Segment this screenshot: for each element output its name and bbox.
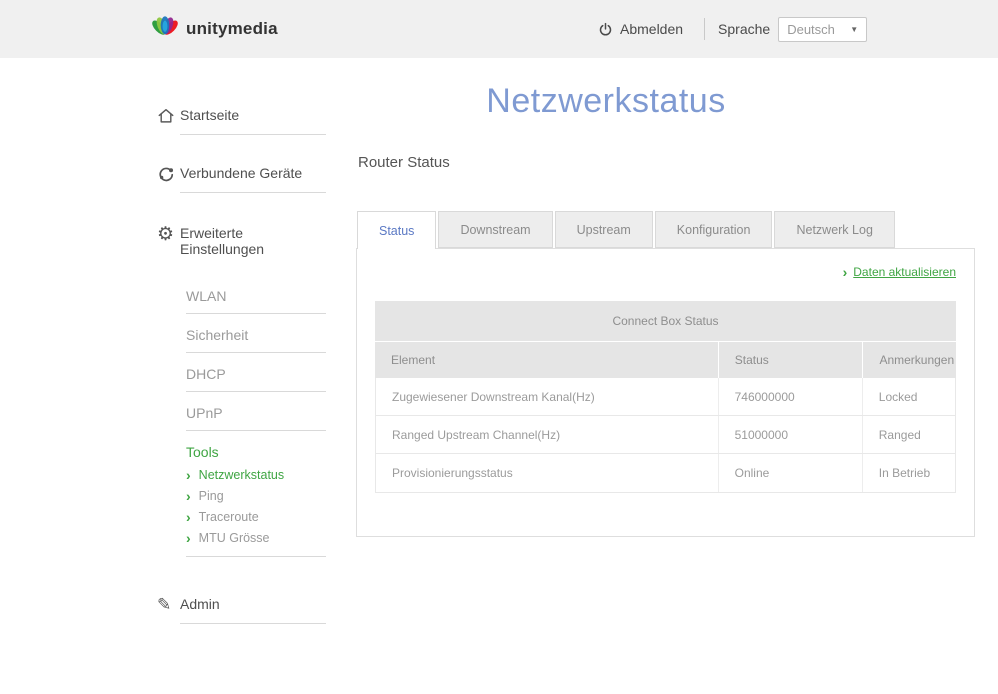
sidebar-subitem-sicherheit[interactable]: Sicherheit xyxy=(186,327,326,353)
chevron-right-icon: › xyxy=(186,509,191,525)
header-actions: Abmelden Sprache Deutsch ▼ xyxy=(598,0,868,58)
unitymedia-logo-icon xyxy=(152,16,178,35)
sidebar-subitem-wlan[interactable]: WLAN xyxy=(186,288,326,314)
sidebar-item-verbundene-geraete[interactable]: Verbundene Geräte xyxy=(150,165,326,193)
sidebar-item-label: Startseite xyxy=(180,107,326,135)
sidebar-item-label: Verbundene Geräte xyxy=(180,165,326,193)
sidebar-item-ping[interactable]: › Ping xyxy=(186,489,326,503)
table-body: Zugewiesener Downstream Kanal(Hz) 7460000… xyxy=(375,378,956,493)
table-cell: 51000000 xyxy=(717,416,862,453)
tab-downstream[interactable]: Downstream xyxy=(438,211,553,248)
language-select[interactable]: Deutsch ▼ xyxy=(778,16,868,42)
tabs: Status Downstream Upstream Konfiguration Net… xyxy=(357,211,897,249)
advanced-subnav: WLAN Sicherheit DHCP UPnP xyxy=(186,288,326,431)
status-table: Connect Box Status Element Status Anmerkun… xyxy=(375,301,956,493)
sidebar-item-traceroute[interactable]: › Traceroute xyxy=(186,510,326,524)
tab-upstream[interactable]: Upstream xyxy=(554,211,653,248)
table-column-header: Status xyxy=(717,342,863,378)
tab-netzwerk-log[interactable]: Netzwerk Log xyxy=(774,211,895,248)
table-cell: Ranged Upstream Channel(Hz) xyxy=(392,427,561,442)
tools-section: Tools › Netzwerkstatus › Ping › Tracerou… xyxy=(186,444,326,545)
language-label: Sprache xyxy=(718,21,771,37)
table-cell: In Betrieb xyxy=(861,454,955,492)
table-cell: Online xyxy=(717,454,862,492)
sidebar-tool-label: Traceroute xyxy=(198,510,259,524)
gear-icon: ⚙ xyxy=(157,224,175,245)
tab-panel: › Daten aktualisieren Connect Box Status… xyxy=(356,248,975,537)
refresh-link[interactable]: › Daten aktualisieren xyxy=(843,265,956,279)
sidebar-item-netzwerkstatus[interactable]: › Netzwerkstatus xyxy=(186,468,326,482)
chevron-down-icon: ▼ xyxy=(850,24,859,34)
page-title: Netzwerkstatus xyxy=(486,82,726,120)
table-row: Ranged Upstream Channel(Hz) 51000000 Range… xyxy=(376,416,955,454)
chevron-right-icon: › xyxy=(186,530,191,546)
brand-name: unitymedia xyxy=(186,19,278,38)
table-header-row: Element Status Anmerkungen xyxy=(375,341,956,378)
sidebar-item-admin[interactable]: ✎ Admin xyxy=(150,596,326,624)
chevron-right-icon: › xyxy=(186,488,191,504)
sidebar-subitem-dhcp[interactable]: DHCP xyxy=(186,366,326,392)
table-row: Provisionierungsstatus Online In Betrieb xyxy=(376,454,955,492)
table-cell: 746000000 xyxy=(717,378,862,415)
table-cell: Provisionierungsstatus xyxy=(392,466,513,480)
header-divider xyxy=(704,18,706,40)
tab-konfiguration[interactable]: Konfiguration xyxy=(654,211,773,248)
sidebar-subitem-upnp[interactable]: UPnP xyxy=(186,405,326,431)
pencil-icon: ✎ xyxy=(157,595,172,614)
section-title: Router Status xyxy=(358,154,450,171)
sidebar-divider xyxy=(186,556,326,557)
sidebar-item-label: Admin xyxy=(180,596,326,624)
sidebar-item-label: Erweiterte Einstellungen xyxy=(180,225,265,257)
chevron-right-icon: › xyxy=(842,264,848,280)
power-icon xyxy=(599,22,612,36)
sidebar-tool-label: Netzwerkstatus xyxy=(198,468,285,482)
table-cell: Ranged xyxy=(861,416,955,453)
table-cell: Zugewiesener Downstream Kanal(Hz) xyxy=(392,389,595,404)
sidebar-tool-label: MTU Grösse xyxy=(198,531,270,545)
devices-icon xyxy=(157,165,180,183)
chevron-right-icon: › xyxy=(186,467,191,483)
logout-label: Abmelden xyxy=(620,21,684,37)
header: unitymedia Abmelden Sprache Deutsch ▼ xyxy=(0,0,998,58)
table-column-header: Anmerkungen xyxy=(862,342,956,378)
refresh-link-label: Daten aktualisieren xyxy=(853,265,956,279)
table-caption: Connect Box Status xyxy=(375,301,956,341)
sidebar-item-tools[interactable]: Tools xyxy=(186,444,326,460)
sidebar-item-erweiterte-einstellungen[interactable]: ⚙ Erweiterte Einstellungen xyxy=(150,225,326,268)
sidebar: Startseite Verbundene Geräte ⚙ Erweitert… xyxy=(150,95,326,624)
sidebar-item-startseite[interactable]: Startseite xyxy=(150,107,326,135)
table-row: Zugewiesener Downstream Kanal(Hz) 7460000… xyxy=(376,378,955,416)
sidebar-tool-label: Ping xyxy=(198,489,224,503)
language-select-value: Deutsch xyxy=(787,21,835,37)
tab-status[interactable]: Status xyxy=(357,211,437,249)
table-cell: Locked xyxy=(861,378,955,415)
logout-button[interactable]: Abmelden xyxy=(598,21,683,37)
sidebar-item-mtu-grösse[interactable]: › MTU Grösse xyxy=(186,531,326,545)
tools-links: › Netzwerkstatus › Ping › Traceroute › M… xyxy=(186,468,326,545)
table-column-header: Element xyxy=(391,353,436,367)
home-icon xyxy=(157,107,180,125)
brand-logo: unitymedia xyxy=(150,14,278,44)
router-admin-page: unitymedia Abmelden Sprache Deutsch ▼ St… xyxy=(0,0,998,694)
